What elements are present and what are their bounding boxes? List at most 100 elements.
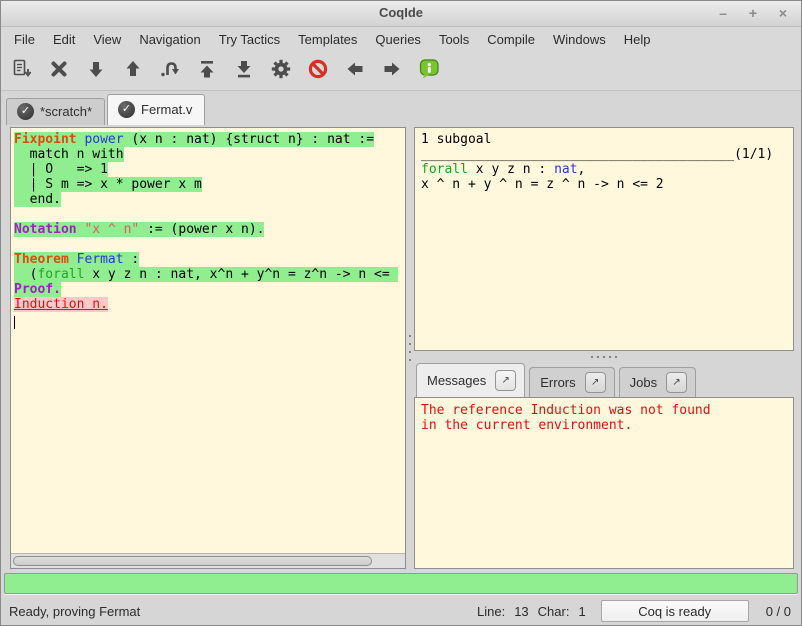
char-label: Char: bbox=[538, 604, 570, 619]
menu-item-try-tactics[interactable]: Try Tactics bbox=[210, 29, 289, 50]
goal-line: x ^ n + y ^ n = z ^ n -> n <= 2 bbox=[421, 177, 787, 192]
detach-arrow-icon: ↗ bbox=[502, 375, 510, 386]
arrow-down-to-end-icon bbox=[233, 58, 255, 83]
minimize-button[interactable]: – bbox=[715, 3, 731, 23]
coq-status-indicator: Coq is ready bbox=[601, 600, 749, 622]
code-line[interactable]: Theorem Fermat : bbox=[14, 252, 405, 267]
interrupt-icon bbox=[307, 58, 329, 83]
menu-item-navigation[interactable]: Navigation bbox=[130, 29, 209, 50]
code-line[interactable]: | S m => x * power x m bbox=[14, 177, 405, 192]
code-line[interactable]: | O => 1 bbox=[14, 162, 405, 177]
goal-panel[interactable]: 1 subgoal_______________________________… bbox=[414, 127, 794, 351]
arrow-up-button[interactable] bbox=[120, 58, 146, 84]
progress-area bbox=[1, 571, 801, 597]
goal-line: 1 subgoal bbox=[421, 132, 787, 147]
window-controls: – + × bbox=[715, 3, 791, 23]
menu-item-help[interactable]: Help bbox=[615, 29, 660, 50]
message-tab-bar: Messages↗ Errors ↗ Jobs ↗ bbox=[414, 362, 794, 397]
gear-button[interactable] bbox=[268, 58, 294, 84]
stop-x-icon bbox=[48, 58, 70, 83]
title-bar[interactable]: CoqIde – + × bbox=[1, 1, 801, 27]
message-line: The reference Induction was not found bbox=[421, 403, 787, 418]
tab-label: Jobs bbox=[630, 375, 657, 390]
coq-status-text: Coq is ready bbox=[638, 604, 711, 619]
maximize-button[interactable]: + bbox=[745, 3, 761, 23]
tab-jobs[interactable]: Jobs ↗ bbox=[619, 367, 696, 397]
code-line[interactable] bbox=[14, 237, 405, 252]
code-line[interactable]: Induction n. bbox=[14, 297, 405, 312]
goal-line: forall x y z n : nat, bbox=[421, 162, 787, 177]
char-value: 1 bbox=[578, 604, 585, 619]
check-circle-icon: ✓ bbox=[17, 103, 34, 120]
menu-item-templates[interactable]: Templates bbox=[289, 29, 366, 50]
code-line[interactable]: (forall x y z n : nat, x^n + y^n = z^n -… bbox=[14, 267, 405, 282]
message-panel[interactable]: The reference Induction was not foundin … bbox=[414, 397, 794, 569]
code-line[interactable] bbox=[14, 312, 405, 327]
tab-errors[interactable]: Errors ↗ bbox=[529, 367, 614, 397]
detach-button[interactable]: ↗ bbox=[585, 372, 606, 393]
close-button[interactable]: × bbox=[775, 3, 791, 23]
document-tab-bar: ✓ *scratch* ✓ Fermat.v bbox=[1, 91, 801, 125]
arrow-up-to-start-icon bbox=[196, 58, 218, 83]
status-bar: Ready, proving Fermat Line: 13 Char: 1 C… bbox=[1, 597, 801, 625]
document-list-button[interactable] bbox=[9, 58, 35, 84]
tab-fermat.v[interactable]: ✓ Fermat.v bbox=[107, 94, 205, 125]
code-line[interactable]: match n with bbox=[14, 147, 405, 162]
status-message: Ready, proving Fermat bbox=[9, 604, 140, 619]
detach-arrow-icon: ↗ bbox=[672, 377, 680, 388]
vertical-splitter[interactable] bbox=[406, 127, 414, 569]
detach-button[interactable]: ↗ bbox=[666, 372, 687, 393]
go-to-cursor-icon bbox=[159, 58, 181, 83]
menu-item-compile[interactable]: Compile bbox=[478, 29, 544, 50]
arrow-left-icon bbox=[344, 58, 366, 83]
document-list-icon bbox=[11, 58, 33, 83]
menu-item-tools[interactable]: Tools bbox=[430, 29, 478, 50]
horizontal-scrollbar[interactable] bbox=[11, 553, 405, 568]
arrow-left-button[interactable] bbox=[342, 58, 368, 84]
arrow-down-icon bbox=[85, 58, 107, 83]
menu-item-windows[interactable]: Windows bbox=[544, 29, 615, 50]
tab-label: *scratch* bbox=[40, 104, 92, 119]
menu-bar: FileEditViewNavigationTry TacticsTemplat… bbox=[1, 27, 801, 51]
menu-item-queries[interactable]: Queries bbox=[366, 29, 430, 50]
menu-item-view[interactable]: View bbox=[84, 29, 130, 50]
right-column: 1 subgoal_______________________________… bbox=[414, 127, 794, 569]
arrow-up-to-start-button[interactable] bbox=[194, 58, 220, 84]
code-line[interactable]: end. bbox=[14, 192, 405, 207]
tab-label: Fermat.v bbox=[141, 102, 192, 117]
message-line: in the current environment. bbox=[421, 418, 787, 433]
scrollbar-thumb[interactable] bbox=[13, 556, 372, 566]
detach-button[interactable]: ↗ bbox=[495, 370, 516, 391]
coqide-window: CoqIde – + × FileEditViewNavigationTry T… bbox=[0, 0, 802, 626]
tab-label: Errors bbox=[540, 375, 575, 390]
info-bubble-button[interactable] bbox=[416, 58, 442, 84]
goal-line: ________________________________________… bbox=[421, 147, 787, 162]
code-line[interactable] bbox=[14, 207, 405, 222]
info-bubble-icon bbox=[418, 58, 440, 83]
menu-item-edit[interactable]: Edit bbox=[44, 29, 84, 50]
detach-arrow-icon: ↗ bbox=[591, 377, 599, 388]
interrupt-button[interactable] bbox=[305, 58, 331, 84]
line-value: 13 bbox=[514, 604, 528, 619]
stop-x-button[interactable] bbox=[46, 58, 72, 84]
arrow-up-icon bbox=[122, 58, 144, 83]
tab-messages[interactable]: Messages↗ bbox=[416, 363, 525, 397]
code-area[interactable]: Fixpoint power (x n : nat) {struct n} : … bbox=[11, 128, 405, 553]
arrow-right-button[interactable] bbox=[379, 58, 405, 84]
check-circle-icon: ✓ bbox=[118, 101, 135, 118]
text-cursor bbox=[14, 316, 15, 329]
toolbar bbox=[1, 51, 801, 91]
script-editor-panel[interactable]: Fixpoint power (x n : nat) {struct n} : … bbox=[10, 127, 406, 569]
menu-item-file[interactable]: File bbox=[5, 29, 44, 50]
code-line[interactable]: Proof. bbox=[14, 282, 405, 297]
arrow-right-icon bbox=[381, 58, 403, 83]
arrow-down-to-end-button[interactable] bbox=[231, 58, 257, 84]
line-label: Line: bbox=[477, 604, 505, 619]
code-line[interactable]: Notation "x ^ n" := (power x n). bbox=[14, 222, 405, 237]
code-line[interactable]: Fixpoint power (x n : nat) {struct n} : … bbox=[14, 132, 405, 147]
go-to-cursor-button[interactable] bbox=[157, 58, 183, 84]
gear-icon bbox=[270, 58, 292, 83]
arrow-down-button[interactable] bbox=[83, 58, 109, 84]
horizontal-splitter[interactable] bbox=[414, 351, 794, 362]
tab-scratch[interactable]: ✓ *scratch* bbox=[6, 98, 105, 125]
